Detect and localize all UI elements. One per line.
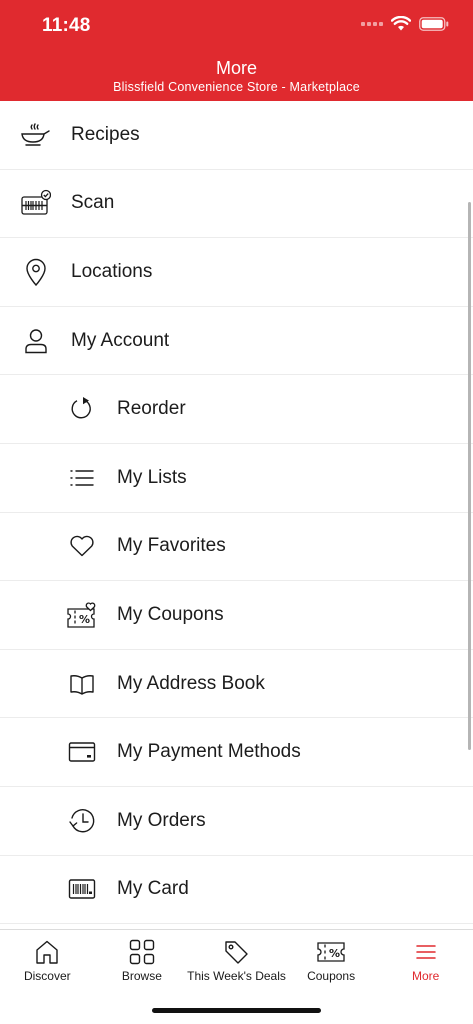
- cooking-pan-icon: [21, 120, 51, 150]
- page-title: More: [215, 58, 257, 78]
- menu-item-label: My Coupons: [117, 603, 224, 625]
- menu-item-my-favorites[interactable]: My Favorites: [0, 513, 473, 582]
- tab-more[interactable]: More: [378, 930, 473, 992]
- tab-label: More: [412, 969, 440, 983]
- coupon-icon: %: [317, 938, 345, 966]
- wifi-icon: [391, 16, 411, 31]
- tab-label: Discover: [23, 969, 71, 983]
- menu-item-label: Recipes: [71, 123, 140, 145]
- menu-item-scan[interactable]: Scan: [0, 170, 473, 239]
- svg-text:%: %: [329, 947, 340, 960]
- menu-item-label: My Account: [71, 329, 170, 351]
- menu-item-label: My Card: [117, 878, 189, 900]
- tab-coupons[interactable]: % Coupons: [284, 930, 379, 992]
- menu-item-label: My Orders: [117, 809, 206, 831]
- tab-this-weeks-deals[interactable]: This Week's Deals: [187, 930, 286, 992]
- home-icon: [34, 938, 60, 966]
- grid-icon: [129, 938, 155, 966]
- tab-label: Coupons: [307, 969, 356, 983]
- menu-item-label: My Payment Methods: [117, 741, 301, 763]
- menu-item-my-orders[interactable]: My Orders: [0, 787, 473, 856]
- tag-icon: [223, 938, 249, 966]
- coupon-heart-icon: %: [67, 600, 97, 630]
- reorder-icon: [67, 394, 97, 424]
- tab-label: This Week's Deals: [187, 969, 286, 983]
- store-subtitle: Blissfield Convenience Store - Marketpla…: [113, 80, 360, 94]
- tab-browse[interactable]: Browse: [95, 930, 190, 992]
- heart-icon: [67, 531, 97, 561]
- user-icon: [21, 326, 51, 356]
- credit-card-icon: [67, 737, 97, 767]
- menu-item-my-account[interactable]: My Account: [0, 307, 473, 376]
- menu-item-my-payment-methods[interactable]: My Payment Methods: [0, 718, 473, 787]
- barcode-card-icon: [67, 874, 97, 904]
- book-icon: [67, 669, 97, 699]
- menu-item-reorder[interactable]: Reorder: [0, 375, 473, 444]
- menu-item-my-card[interactable]: My Card: [0, 856, 473, 925]
- list-icon: [67, 463, 97, 493]
- menu-item-my-lists[interactable]: My Lists: [0, 444, 473, 513]
- barcode-scan-icon: [21, 188, 51, 218]
- menu-item-label: My Lists: [117, 466, 187, 488]
- menu-item-label: Scan: [71, 192, 115, 214]
- menu-scrollbar[interactable]: [468, 202, 471, 750]
- tab-label: Browse: [121, 969, 162, 983]
- menu-item-recipes[interactable]: Recipes: [0, 101, 473, 170]
- menu-item-label: My Favorites: [117, 535, 226, 557]
- cellular-signal-icon: [361, 20, 383, 28]
- hamburger-menu-icon: [415, 938, 437, 966]
- clock-history-icon: [67, 806, 97, 836]
- menu-item-my-coupons[interactable]: % My Coupons: [0, 581, 473, 650]
- location-pin-icon: [21, 257, 51, 287]
- menu-item-label: Reorder: [117, 398, 186, 420]
- svg-text:%: %: [79, 613, 90, 626]
- menu-item-my-address-book[interactable]: My Address Book: [0, 650, 473, 719]
- home-indicator: [152, 1008, 321, 1013]
- status-icons: [361, 16, 449, 31]
- status-time: 11:48: [42, 15, 91, 36]
- battery-icon: [419, 16, 449, 31]
- more-menu-list: Recipes Scan Locations My Account Reorde…: [0, 101, 473, 929]
- tab-discover[interactable]: Discover: [0, 930, 95, 992]
- app-header: 11:48 More Blissfield Convenience Store …: [0, 0, 473, 101]
- menu-item-locations[interactable]: Locations: [0, 238, 473, 307]
- menu-item-label: Locations: [71, 260, 153, 282]
- menu-item-label: My Address Book: [117, 672, 265, 694]
